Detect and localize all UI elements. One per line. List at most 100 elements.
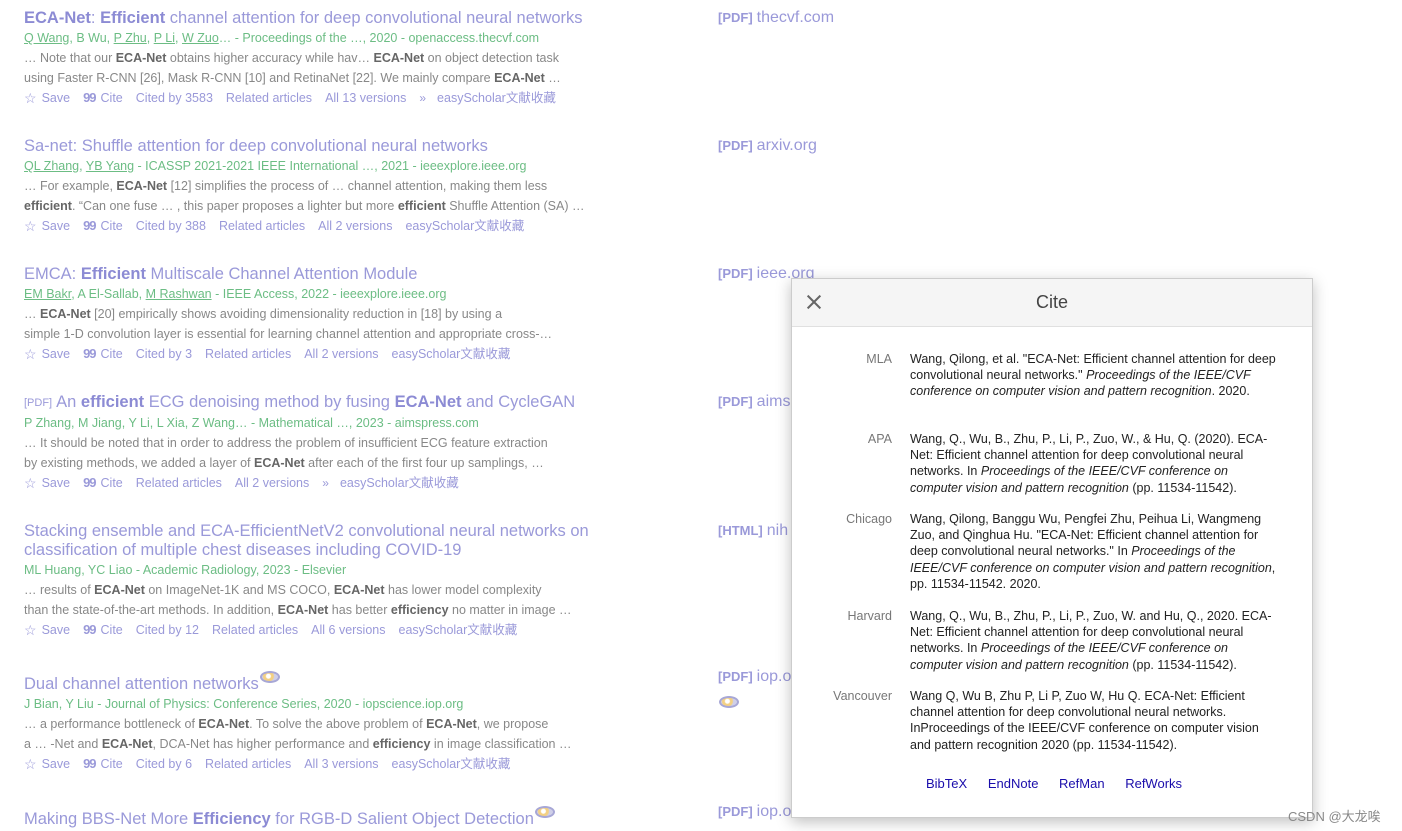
- easyscholar-link[interactable]: easyScholar文献收藏: [405, 217, 524, 235]
- related-articles-link[interactable]: Related articles: [205, 755, 291, 773]
- export-formats: BibTeX EndNote RefMan RefWorks: [926, 776, 1199, 791]
- double-chevron-icon[interactable]: »: [322, 474, 328, 492]
- quote-icon: 99: [83, 90, 97, 105]
- all-versions-link[interactable]: All 13 versions: [325, 89, 406, 107]
- full-text-link[interactable]: [PDF] arxiv.org: [718, 137, 817, 155]
- result-snippet: … It should be noted that in order to ad…: [24, 436, 548, 470]
- pdf-tag: [PDF]: [24, 397, 53, 409]
- full-text-link[interactable]: [PDF] thecvf.com: [718, 9, 834, 27]
- result-title[interactable]: Stacking ensemble and ECA-EfficientNetV2…: [24, 522, 624, 560]
- star-icon: ☆: [24, 622, 37, 638]
- cited-by-link[interactable]: Cited by 3: [136, 345, 192, 363]
- result-title[interactable]: [PDF] An efficient ECG denoising method b…: [24, 393, 724, 413]
- cite-button[interactable]: 99 Cite: [83, 217, 123, 235]
- save-button[interactable]: ☆ Save: [24, 345, 70, 363]
- citation-text[interactable]: Wang, Qilong, Banggu Wu, Pengfei Zhu, Pe…: [910, 511, 1280, 592]
- result-title[interactable]: Dual channel attention networks: [24, 671, 724, 694]
- full-text-link[interactable]: [HTML] nih: [718, 522, 788, 540]
- cite-dialog: Cite MLA Wang, Qilong, et al. "ECA-Net: …: [791, 278, 1313, 818]
- full-text-link[interactable]: [PDF] iop.o: [718, 668, 791, 686]
- result-actions: ☆ Save 99 Cite Cited by 388 Related articl…: [24, 217, 724, 235]
- globe-icon: [259, 671, 280, 683]
- refman-link[interactable]: RefMan: [1059, 776, 1105, 791]
- cite-button[interactable]: 99 Cite: [83, 89, 123, 107]
- cite-button[interactable]: 99 Cite: [83, 621, 123, 639]
- result-authors: ML Huang, YC Liao - Academic Radiology, …: [24, 563, 347, 577]
- related-articles-link[interactable]: Related articles: [212, 621, 298, 639]
- result-item: Making BBS-Net More Efficiency for RGB-D…: [24, 806, 724, 829]
- quote-icon: 99: [83, 622, 97, 637]
- easyscholar-link[interactable]: easyScholar文献收藏: [399, 621, 518, 639]
- result-authors: QL Zhang, YB Yang - ICASSP 2021-2021 IEE…: [24, 159, 527, 173]
- double-chevron-icon[interactable]: »: [419, 89, 425, 107]
- star-icon: ☆: [24, 475, 37, 491]
- full-text-link[interactable]: [PDF] aims: [718, 393, 790, 411]
- result-title[interactable]: Making BBS-Net More Efficiency for RGB-D…: [24, 806, 724, 829]
- star-icon: ☆: [24, 756, 37, 772]
- save-button[interactable]: ☆ Save: [24, 474, 70, 492]
- easyscholar-link[interactable]: easyScholar文献收藏: [392, 345, 511, 363]
- all-versions-link[interactable]: All 2 versions: [318, 217, 392, 235]
- globe-icon: [534, 806, 555, 818]
- citation-text[interactable]: Wang Q, Wu B, Zhu P, Li P, Zuo W, Hu Q. …: [910, 688, 1280, 753]
- star-icon: ☆: [24, 90, 37, 106]
- endnote-link[interactable]: EndNote: [988, 776, 1039, 791]
- result-title[interactable]: Sa-net: Shuffle attention for deep convo…: [24, 137, 724, 156]
- result-snippet: … results of ECA-Net on ImageNet-1K and …: [24, 583, 572, 617]
- related-articles-link[interactable]: Related articles: [226, 89, 312, 107]
- quote-icon: 99: [83, 475, 97, 490]
- result-title[interactable]: EMCA: Efficient Multiscale Channel Atten…: [24, 265, 724, 284]
- cited-by-link[interactable]: Cited by 12: [136, 621, 199, 639]
- globe-icon: [718, 696, 739, 719]
- result-item: Stacking ensemble and ECA-EfficientNetV2…: [24, 522, 724, 639]
- save-button[interactable]: ☆ Save: [24, 89, 70, 107]
- save-button[interactable]: ☆ Save: [24, 621, 70, 639]
- result-title[interactable]: ECA-Net: Efficient channel attention for…: [24, 9, 724, 28]
- result-actions: ☆ Save 99 Cite Cited by 3 Related articles…: [24, 345, 724, 363]
- cited-by-link[interactable]: Cited by 3583: [136, 89, 213, 107]
- result-actions: ☆ Save 99 Cite Cited by 6 Related articles…: [24, 755, 724, 773]
- cited-by-link[interactable]: Cited by 388: [136, 217, 206, 235]
- result-authors: J Bian, Y Liu - Journal of Physics: Conf…: [24, 697, 464, 711]
- citation-style-label: Vancouver: [833, 689, 892, 703]
- citation-style-label: Harvard: [847, 609, 892, 623]
- all-versions-link[interactable]: All 2 versions: [235, 474, 309, 492]
- bibtex-link[interactable]: BibTeX: [926, 776, 967, 791]
- result-actions: ☆ Save 99 Cite Cited by 3583 Related artic…: [24, 89, 724, 107]
- cited-by-link[interactable]: Cited by 6: [136, 755, 192, 773]
- cite-dialog-header: Cite: [792, 279, 1312, 327]
- result-actions: ☆ Save 99 Cite Related articles All 2 vers…: [24, 474, 724, 492]
- citation-style-label: Chicago: [846, 512, 892, 526]
- result-snippet: … ECA-Net [20] empirically shows avoidin…: [24, 307, 553, 341]
- citation-text[interactable]: Wang, Q., Wu, B., Zhu, P., Li, P., Zuo, …: [910, 431, 1280, 496]
- related-articles-link[interactable]: Related articles: [219, 217, 305, 235]
- easyscholar-link[interactable]: easyScholar文献收藏: [437, 89, 556, 107]
- easyscholar-link[interactable]: easyScholar文献收藏: [340, 474, 459, 492]
- related-articles-link[interactable]: Related articles: [205, 345, 291, 363]
- related-articles-link[interactable]: Related articles: [136, 474, 222, 492]
- all-versions-link[interactable]: All 6 versions: [311, 621, 385, 639]
- result-item: [PDF] An efficient ECG denoising method b…: [24, 393, 724, 492]
- result-snippet: … a performance bottleneck of ECA-Net. T…: [24, 717, 572, 751]
- full-text-link[interactable]: [PDF] iop.o: [718, 803, 791, 821]
- quote-icon: 99: [83, 346, 97, 361]
- cite-button[interactable]: 99 Cite: [83, 345, 123, 363]
- all-versions-link[interactable]: All 3 versions: [304, 755, 378, 773]
- result-item: Dual channel attention networks J Bian, …: [24, 671, 724, 773]
- all-versions-link[interactable]: All 2 versions: [304, 345, 378, 363]
- result-authors: EM Bakr, A El-Sallab, M Rashwan - IEEE A…: [24, 287, 447, 301]
- watermark: CSDN @大龙唉: [1288, 809, 1381, 824]
- easyscholar-link[interactable]: easyScholar文献收藏: [392, 755, 511, 773]
- cite-button[interactable]: 99 Cite: [83, 755, 123, 773]
- star-icon: ☆: [24, 346, 37, 362]
- citation-style-label: APA: [867, 432, 892, 446]
- citation-text[interactable]: Wang, Q., Wu, B., Zhu, P., Li, P., Zuo, …: [910, 608, 1280, 673]
- save-button[interactable]: ☆ Save: [24, 755, 70, 773]
- cite-button[interactable]: 99 Cite: [83, 474, 123, 492]
- refworks-link[interactable]: RefWorks: [1125, 776, 1182, 791]
- save-button[interactable]: ☆ Save: [24, 217, 70, 235]
- result-snippet: … For example, ECA-Net [12] simplifies t…: [24, 179, 585, 213]
- result-authors: Q Wang, B Wu, P Zhu, P Li, W Zuo… - Proc…: [24, 31, 540, 45]
- result-snippet: … Note that our ECA-Net obtains higher a…: [24, 51, 561, 85]
- citation-text[interactable]: Wang, Qilong, et al. "ECA-Net: Efficient…: [910, 351, 1280, 400]
